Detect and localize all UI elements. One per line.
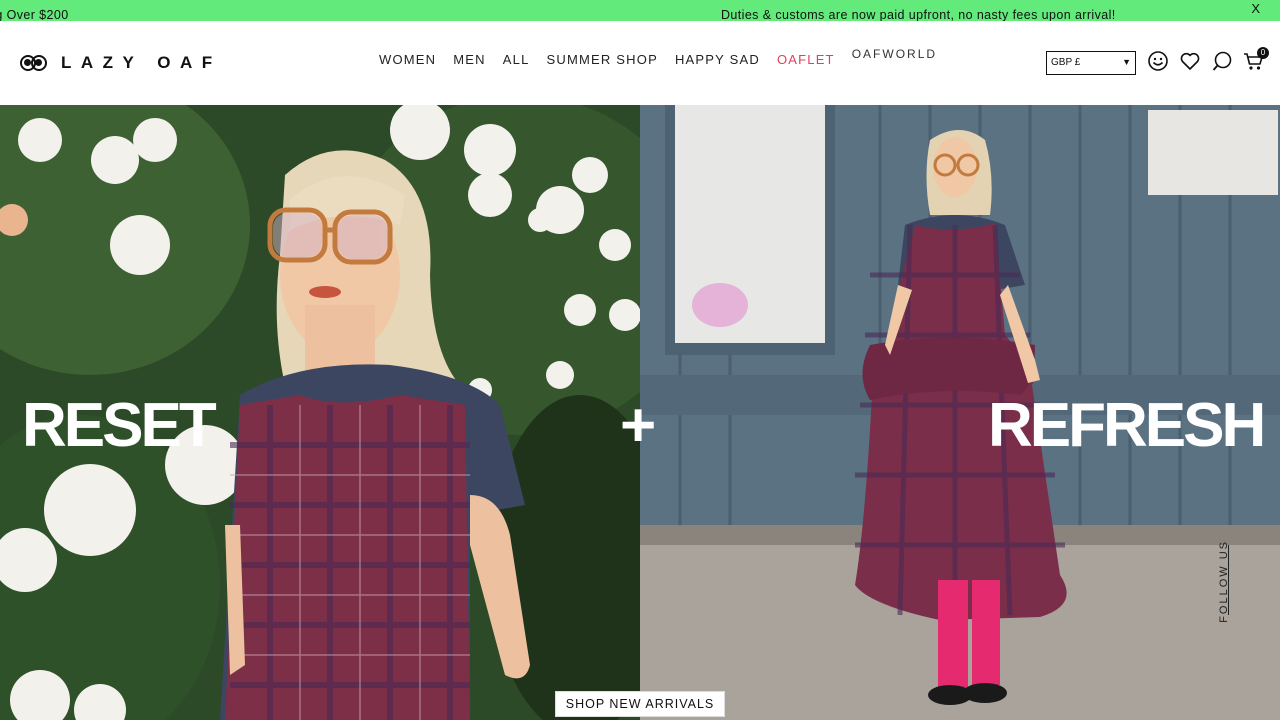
hero-headline-plus: + [620,391,656,460]
currency-value: GBP £ [1051,57,1081,68]
main-nav: WOMEN MEN ALL SUMMER SHOP HAPPY SAD OAFL… [379,47,954,67]
smiley-icon[interactable] [1147,50,1169,72]
promo-text-left: ng Over $200 [0,8,69,21]
hero-headline-left: RESET [22,391,217,460]
hero-headline-right: REFRESH [988,391,1266,460]
site-header: LAZY OAF WOMEN MEN ALL SUMMER SHOP HAPPY… [0,21,1280,105]
nav-item-all[interactable]: ALL [503,52,530,67]
cart-icon[interactable]: 0 [1243,47,1269,72]
search-icon[interactable] [1211,50,1233,72]
nav-item-oafworld[interactable]: OAFWORLD [852,47,937,67]
brand-name: LAZY OAF [61,53,222,72]
cart-count-badge: 0 [1257,47,1269,59]
caret-down-icon: ▼ [1122,57,1131,67]
hero-banner[interactable]: RESET + REFRESH SHOP NEW ARRIVALS FOLLOW… [0,105,1280,720]
follow-us-label[interactable]: FOLLOW US [1218,540,1234,640]
nav-item-women[interactable]: WOMEN [379,52,436,67]
follow-us-divider [1228,545,1229,615]
close-promo-button[interactable]: X [1251,1,1260,16]
promo-text-right: Duties & customs are now paid upfront, n… [721,8,1116,21]
nav-item-happy-sad[interactable]: HAPPY SAD [675,52,760,67]
nav-item-summer-shop[interactable]: SUMMER SHOP [547,52,658,67]
heart-icon[interactable] [1179,50,1201,72]
eyes-logo-icon [20,55,48,71]
announcement-bar: ng Over $200 Duties & customs are now pa… [0,0,1280,21]
brand-logo[interactable]: LAZY OAF [20,53,222,72]
shop-new-arrivals-button[interactable]: SHOP NEW ARRIVALS [555,691,725,717]
nav-item-oaflet[interactable]: OAFLET [777,52,835,67]
currency-select[interactable]: GBP £ ▼ [1046,51,1136,75]
nav-item-men[interactable]: MEN [453,52,486,67]
